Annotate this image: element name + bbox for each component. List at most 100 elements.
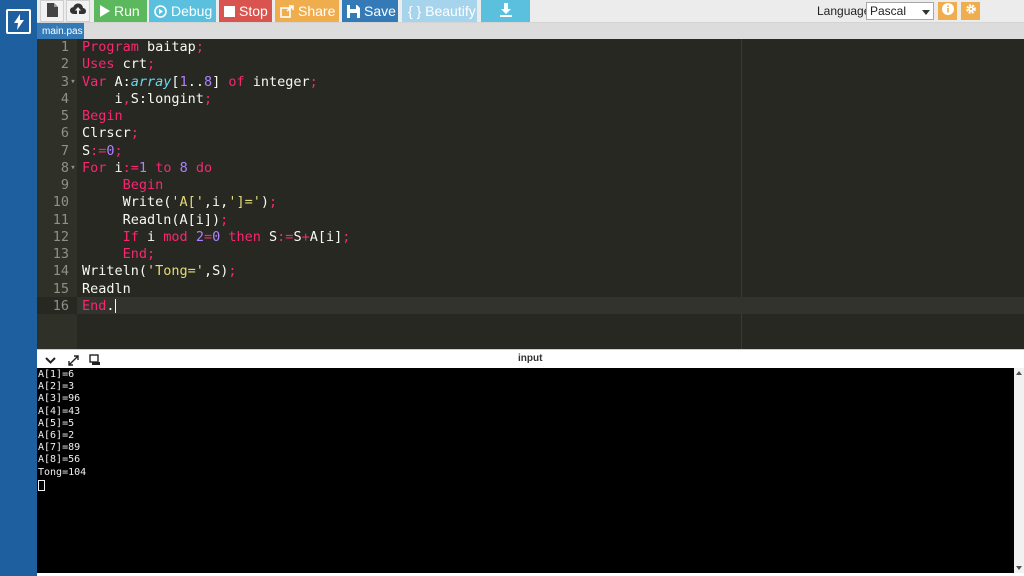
code-token: A[i]: [309, 228, 343, 245]
code-token: Program: [82, 39, 139, 55]
expand-icon[interactable]: [66, 353, 80, 367]
line-number: 1: [60, 39, 69, 55]
output-line: A[2]=3: [38, 381, 75, 393]
line-number: 13: [52, 246, 69, 262]
code-line[interactable]: 13 End;: [37, 246, 1024, 263]
code-text: Begin: [82, 108, 123, 125]
code-token: ;: [220, 211, 229, 228]
code-token: Writeln(: [82, 263, 148, 280]
code-line[interactable]: 12 If i mod 2=0 then S:=S+A[i];: [37, 229, 1024, 246]
code-lines: 1 Program baitap; 2 Uses crt; 3 ▾ Var A:array[…: [37, 39, 1024, 315]
code-token: i: [138, 228, 164, 245]
code-token: ,S): [203, 263, 229, 280]
output-line: Tong=104: [38, 466, 87, 478]
language-value: Pascal: [870, 4, 907, 18]
code-token: crt: [114, 56, 148, 73]
code-text: Readln(A[i]);: [82, 211, 229, 229]
code-token: S: [293, 228, 302, 245]
code-editor[interactable]: 1 Program baitap; 2 Uses crt; 3 ▾ Var A:array[…: [37, 39, 1024, 349]
code-token: baitap: [138, 39, 196, 55]
beautify-button[interactable]: { } Beautify: [402, 0, 477, 22]
code-token: Var: [82, 73, 107, 90]
debug-button[interactable]: Debug: [149, 0, 216, 22]
code-line[interactable]: 11 Readln(A[i]);: [37, 212, 1024, 229]
code-line[interactable]: 16 End.: [37, 298, 1024, 315]
code-token: :=: [90, 142, 107, 159]
code-token: For: [82, 159, 107, 176]
code-line[interactable]: 6 Clrscr;: [37, 125, 1024, 142]
cloud-upload-icon: [70, 3, 86, 19]
code-token: integer: [244, 73, 310, 90]
output-line: A[7]=89: [38, 442, 81, 454]
code-line[interactable]: 4 i,S:longint;: [37, 91, 1024, 108]
code-token: array: [130, 73, 172, 90]
code-token: ;: [268, 194, 278, 211]
line-number: 4: [60, 90, 69, 107]
fold-arrow-icon[interactable]: ▾: [69, 74, 77, 91]
scroll-down-icon[interactable]: [1014, 563, 1024, 573]
code-token: mod: [163, 228, 188, 245]
language-label: Language: [817, 4, 871, 18]
save-label: Save: [364, 3, 396, 19]
lightning-logo-icon[interactable]: [6, 9, 31, 34]
code-token: ;: [228, 263, 237, 280]
terminal-icon[interactable]: [88, 353, 102, 367]
code-text: If i mod 2=0 then S:=S+A[i];: [82, 228, 351, 246]
code-token: :=: [277, 228, 294, 245]
terminal-scrollbar[interactable]: [1014, 368, 1024, 573]
code-token: S: [82, 142, 91, 159]
code-line[interactable]: 3 ▾ Var A:array[1..8] of integer;: [37, 74, 1024, 91]
output-line: A[8]=56: [38, 454, 81, 466]
save-button[interactable]: Save: [342, 0, 398, 22]
fold-arrow-icon[interactable]: ▾: [69, 160, 77, 177]
language-select[interactable]: Pascal: [866, 2, 934, 20]
code-token: 1: [179, 73, 188, 90]
scroll-up-icon[interactable]: [1014, 368, 1024, 378]
io-panel-header: input: [37, 349, 1024, 368]
code-text: Begin: [82, 177, 164, 194]
gear-icon: [965, 2, 977, 20]
code-token: Readln: [82, 280, 131, 297]
share-button[interactable]: Share: [275, 0, 339, 22]
file-icon: [46, 2, 58, 20]
collapse-chevron-icon[interactable]: [43, 353, 57, 367]
stop-button[interactable]: Stop: [219, 0, 272, 22]
code-line[interactable]: 8 ▾ For i:=1 to 8 do: [37, 160, 1024, 177]
code-token: ;: [309, 73, 318, 90]
code-token: ,i,: [203, 194, 229, 211]
line-number: 5: [60, 108, 69, 124]
download-button[interactable]: [481, 0, 530, 22]
code-line[interactable]: 10 Write('A[',i,']=');: [37, 194, 1024, 211]
run-button[interactable]: Run: [94, 0, 147, 22]
code-text: Uses crt;: [82, 56, 155, 73]
code-line[interactable]: 7 S:=0;: [37, 143, 1024, 160]
code-text: Clrscr;: [82, 125, 139, 142]
chevron-down-icon: [922, 4, 930, 18]
code-line[interactable]: 1 Program baitap;: [37, 39, 1024, 56]
input-label: input: [518, 353, 543, 364]
output-terminal[interactable]: A[1]=6 A[2]=3 A[3]=96 A[4]=43 A[5]=5 A[6]=2 A[…: [37, 368, 1014, 573]
code-token: 0: [106, 142, 115, 159]
code-line[interactable]: 15 Readln: [37, 281, 1024, 298]
info-icon: [941, 2, 954, 20]
code-token: ']=': [228, 194, 261, 211]
new-file-button[interactable]: [40, 0, 64, 22]
code-line[interactable]: 14 Writeln('Tong=',S);: [37, 263, 1024, 280]
floppy-disk-icon: [347, 4, 360, 18]
code-token: :=: [122, 159, 139, 176]
code-line[interactable]: 5 Begin: [37, 108, 1024, 125]
file-tab-main-pas[interactable]: main.pas: [37, 23, 84, 39]
settings-button[interactable]: [961, 2, 980, 20]
code-token: 8: [179, 159, 188, 176]
code-text: Write('A[',i,']=');: [82, 194, 277, 211]
code-token: Begin: [122, 177, 164, 193]
line-number: 12: [52, 228, 69, 245]
code-line[interactable]: 9 Begin: [37, 177, 1024, 194]
code-line[interactable]: 2 Uses crt;: [37, 56, 1024, 73]
info-button[interactable]: [938, 2, 957, 20]
output-line: A[5]=5: [38, 417, 75, 429]
upload-button[interactable]: [66, 0, 90, 22]
download-icon: [499, 2, 513, 20]
